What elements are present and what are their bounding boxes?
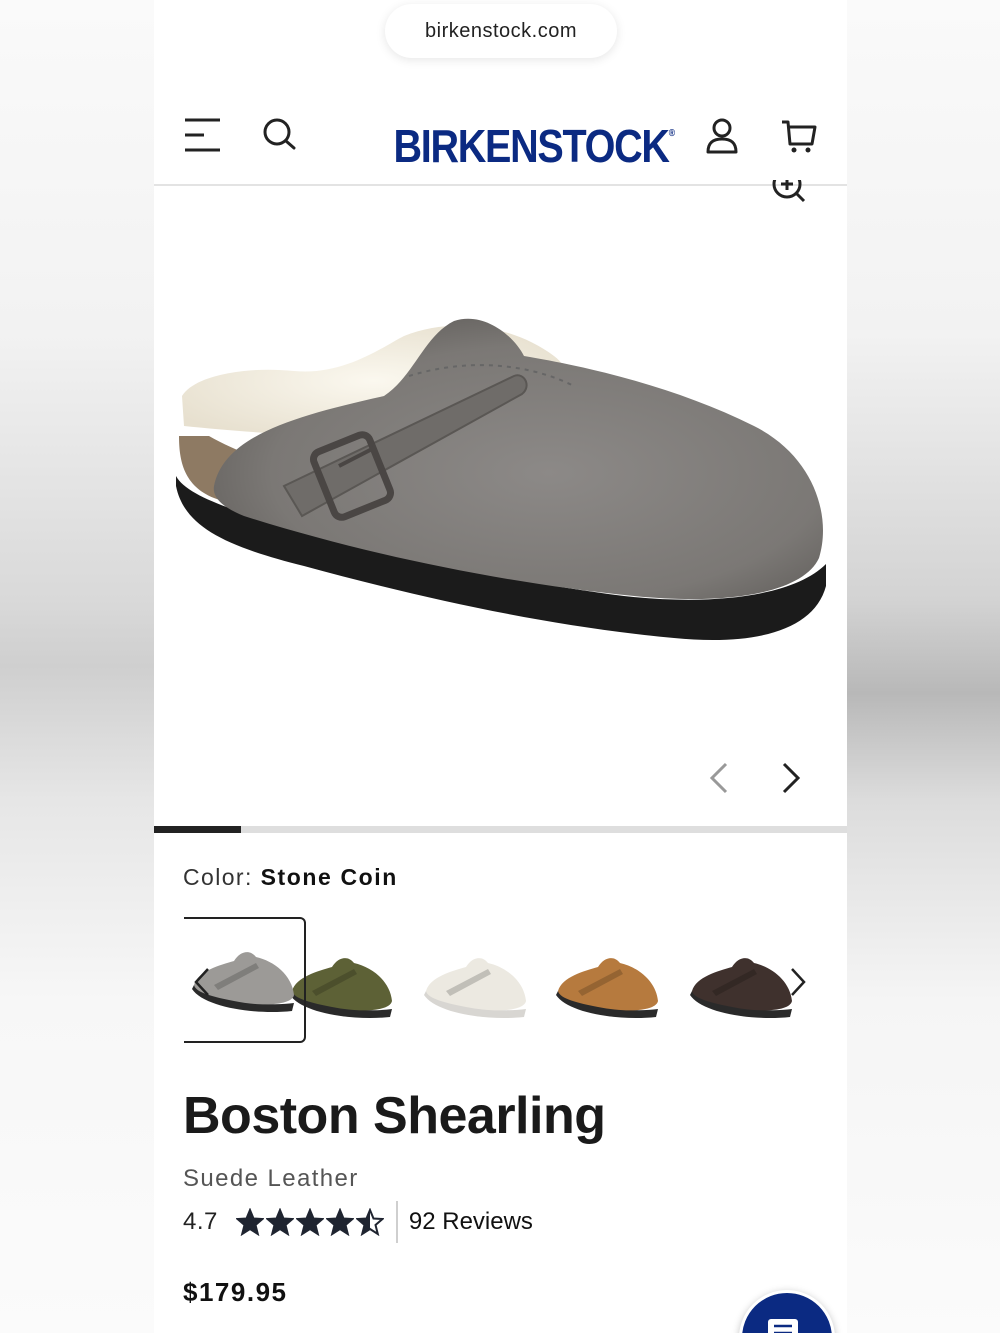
chat-button[interactable]	[739, 1290, 835, 1333]
account-button[interactable]	[700, 114, 744, 158]
previous-image-button[interactable]	[702, 758, 738, 798]
chat-icon	[768, 1319, 798, 1333]
product-photo-clog	[176, 318, 826, 641]
star-icon	[325, 1208, 354, 1236]
birkenstock-logo[interactable]: BIRKENSTOCK®	[394, 104, 676, 172]
blurred-backdrop-left	[0, 0, 154, 1333]
search-button[interactable]	[260, 114, 304, 158]
color-swatch-carousel	[154, 915, 847, 1045]
color-swatch[interactable]	[416, 925, 536, 1035]
star-rating	[235, 1208, 384, 1236]
product-page: BIRKENSTOCK® Color: Stone Coin Boston Sh…	[154, 0, 847, 1333]
swatch-clog-image	[690, 958, 792, 1019]
user-icon	[706, 118, 738, 154]
color-swatch[interactable]	[682, 925, 802, 1035]
star-icon	[265, 1208, 294, 1236]
chevron-left-icon	[194, 968, 209, 996]
rating-value: 4.7	[183, 1208, 218, 1235]
rating-row: 4.7 92 Reviews	[183, 1200, 533, 1244]
star-icon	[355, 1208, 384, 1236]
gallery-progress-bar	[154, 826, 847, 833]
swatch-prev-button[interactable]	[190, 965, 214, 999]
gallery-progress-fill	[154, 826, 241, 833]
rating-divider	[395, 1201, 398, 1243]
star-icon	[295, 1208, 324, 1236]
color-label-row: Color: Stone Coin	[183, 864, 398, 891]
chevron-left-icon	[709, 762, 728, 794]
swatch-clog-image	[556, 958, 658, 1019]
reviews-link[interactable]: 92 Reviews	[409, 1208, 533, 1236]
swatch-next-button[interactable]	[786, 965, 810, 999]
color-swatch[interactable]	[548, 925, 668, 1035]
cart-button[interactable]	[778, 114, 822, 158]
product-material: Suede Leather	[183, 1165, 359, 1192]
swatch-clog-image	[424, 958, 526, 1019]
cart-icon	[782, 120, 817, 153]
menu-button[interactable]	[182, 114, 226, 158]
chevron-right-icon	[791, 968, 806, 996]
selected-color-name: Stone Coin	[260, 864, 398, 890]
search-icon	[263, 118, 296, 150]
hamburger-icon	[185, 118, 220, 152]
star-icon	[235, 1208, 264, 1236]
url-bar[interactable]: birkenstock.com	[385, 4, 617, 58]
product-title: Boston Shearling	[183, 1087, 606, 1145]
next-image-button[interactable]	[772, 758, 808, 798]
chevron-right-icon	[782, 762, 801, 794]
site-header: BIRKENSTOCK®	[154, 86, 847, 186]
color-label: Color:	[183, 864, 253, 890]
blurred-backdrop-right	[847, 0, 1000, 1333]
product-price: $179.95	[183, 1277, 288, 1307]
product-image-gallery[interactable]	[154, 169, 847, 826]
